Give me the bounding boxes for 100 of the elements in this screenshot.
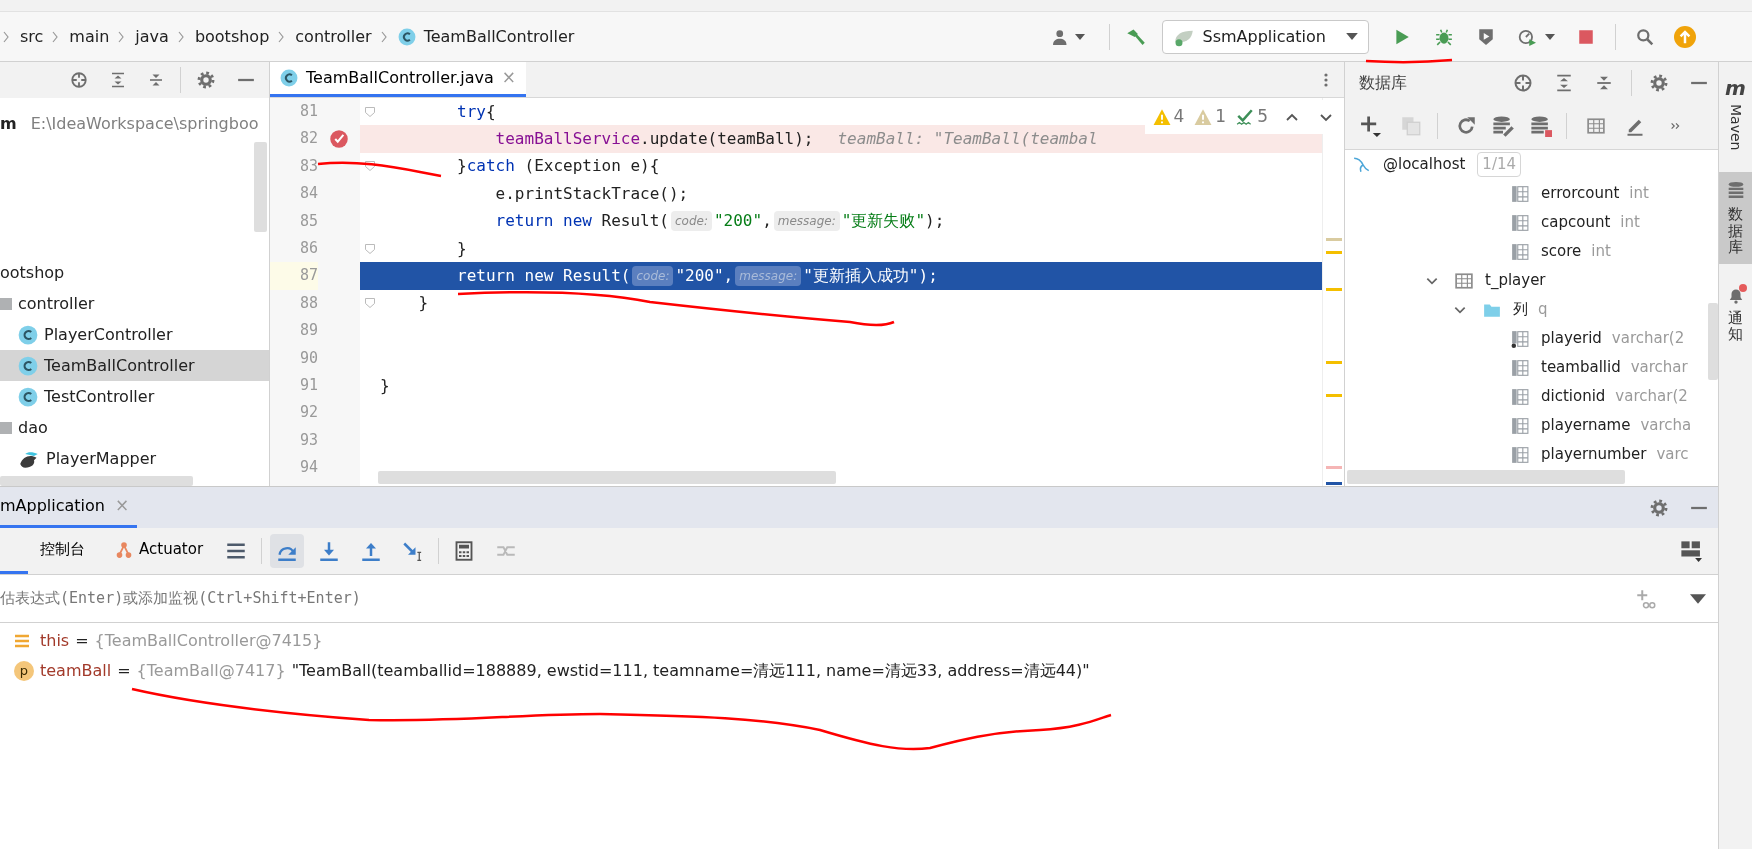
variable-name[interactable]: teamBall	[40, 659, 112, 683]
breadcrumb-item[interactable]: java	[135, 24, 169, 49]
line-number: 85	[298, 210, 318, 232]
side-tool-button[interactable]: m Maven	[1718, 70, 1752, 159]
check-icon	[1236, 107, 1255, 126]
layout-icon[interactable]	[1680, 540, 1702, 562]
column-type: varchar(2	[1615, 386, 1688, 408]
actuator-tab[interactable]: Actuator	[107, 528, 212, 574]
calculator-icon	[454, 541, 475, 561]
locate-icon[interactable]	[1513, 72, 1533, 93]
actuator-icon	[115, 540, 133, 559]
tree-item[interactable]: dao	[0, 412, 269, 443]
code-line: }	[417, 292, 429, 315]
tree-item[interactable]: ootshop	[0, 257, 269, 288]
fold-marker-icon[interactable]	[364, 242, 376, 255]
project-path: E:\IdeaWorkspace\springboo	[30, 112, 259, 135]
expand-all-icon[interactable]	[110, 72, 126, 88]
tree-item[interactable]: capcount	[1541, 211, 1611, 234]
side-tool-button[interactable]: 通知	[1718, 277, 1752, 351]
column-type: varc	[1656, 444, 1689, 466]
table-icon[interactable]	[1585, 117, 1607, 135]
add-icon[interactable]	[1359, 115, 1381, 137]
warning-icon	[1152, 107, 1171, 126]
fold-marker-icon[interactable]	[364, 105, 376, 118]
line-number: 88	[298, 292, 318, 314]
expression-field[interactable]: 估表达式(Enter)或添加监视(Ctrl+Shift+Enter)	[0, 587, 1616, 610]
tree-item[interactable]: TeamBallController	[0, 350, 269, 381]
line-number: 87	[270, 262, 318, 290]
tree-item[interactable]: teamballid	[1541, 356, 1621, 379]
project-name[interactable]: m	[0, 111, 17, 136]
settings-icon[interactable]	[1650, 73, 1668, 92]
caret-icon[interactable]	[1074, 33, 1085, 40]
scrollbar[interactable]	[378, 471, 836, 484]
breadcrumb-item[interactable]: controller	[295, 24, 372, 49]
scrollbar[interactable]	[1708, 303, 1718, 380]
tree-item[interactable]: playername	[1541, 414, 1631, 437]
column-type: varcha	[1640, 415, 1692, 437]
tree-item[interactable]: controller	[0, 288, 269, 319]
tree-item[interactable]: 列	[1513, 298, 1528, 321]
tree-item[interactable]: @localhost	[1383, 153, 1466, 176]
dropdown-icon[interactable]	[1690, 593, 1706, 604]
debug-icon[interactable]	[1435, 27, 1453, 46]
settings-icon[interactable]	[1650, 498, 1668, 517]
add-watch-icon[interactable]	[1636, 588, 1656, 609]
run-config-dropdown[interactable]: SsmApplication	[1161, 19, 1369, 54]
update-icon[interactable]	[1674, 25, 1696, 48]
caret-icon	[1346, 33, 1358, 40]
tree-item[interactable]: PlayerMapper	[0, 443, 269, 474]
step-over-button[interactable]	[270, 534, 305, 568]
breakpoint-icon[interactable]	[329, 129, 349, 150]
breadcrumb-item[interactable]: src	[20, 24, 44, 49]
panel-title: 数据库	[1359, 71, 1407, 94]
tree-item[interactable]: playerid	[1541, 327, 1602, 350]
fold-marker-icon[interactable]	[364, 160, 376, 173]
scrollbar[interactable]	[1347, 470, 1625, 484]
database-stop-icon[interactable]	[1530, 115, 1552, 137]
code-line: }	[380, 374, 390, 397]
breadcrumb-item[interactable]: bootshop	[194, 24, 270, 49]
column-type: varchar	[1630, 357, 1688, 379]
code-line: try{	[456, 100, 496, 123]
parameter-badge: p	[14, 661, 34, 681]
caret-icon[interactable]	[1545, 33, 1555, 40]
side-tool-button[interactable]: 数据库	[1718, 172, 1752, 264]
search-icon[interactable]	[1636, 27, 1654, 46]
stop-icon[interactable]	[1577, 27, 1595, 46]
console-tab[interactable]: 控制台	[32, 528, 93, 574]
variable-reference: {TeamBall@7417}	[136, 660, 286, 682]
expand-all-icon[interactable]	[1555, 73, 1573, 92]
code-line: }catch (Exception e){	[456, 155, 660, 178]
tree-item[interactable]: TestController	[0, 381, 269, 412]
line-number: 94	[298, 457, 318, 479]
step-out-icon	[361, 541, 382, 561]
line-number: 93	[298, 429, 318, 451]
scrollbar[interactable]	[254, 142, 267, 232]
run-icon[interactable]	[1393, 27, 1411, 46]
breadcrumb-item[interactable]: main	[69, 24, 110, 49]
line-number: 90	[298, 347, 318, 369]
equals-sign: =	[75, 630, 89, 652]
fold-marker-icon[interactable]	[364, 297, 376, 310]
breadcrumb-item[interactable]: TeamBallController	[423, 24, 575, 49]
tree-item[interactable]: dictionid	[1541, 385, 1606, 408]
editor-tab[interactable]: TeamBallController.java ×	[270, 62, 527, 97]
tree-item[interactable]: t_player	[1485, 269, 1546, 292]
locate-icon[interactable]	[70, 71, 88, 89]
column-type: int	[1629, 183, 1649, 205]
collapse-all-icon[interactable]	[148, 72, 164, 88]
tree-item[interactable]: PlayerController	[0, 319, 269, 350]
class-icon	[18, 386, 38, 407]
database-tools-icon[interactable]	[1492, 115, 1514, 137]
coverage-icon[interactable]	[1477, 27, 1495, 46]
variable-name[interactable]: this	[40, 629, 70, 653]
line-number: 84	[298, 183, 318, 205]
scrollbar[interactable]	[0, 476, 193, 486]
settings-icon[interactable]	[197, 71, 215, 89]
tree-item[interactable]: playernumber	[1541, 443, 1647, 466]
tree-item[interactable]: errorcount	[1541, 182, 1620, 205]
refresh-icon[interactable]	[1456, 116, 1476, 136]
profiler-icon[interactable]	[1517, 27, 1537, 46]
equals-sign: =	[117, 660, 131, 682]
tree-item[interactable]: score	[1541, 240, 1582, 263]
